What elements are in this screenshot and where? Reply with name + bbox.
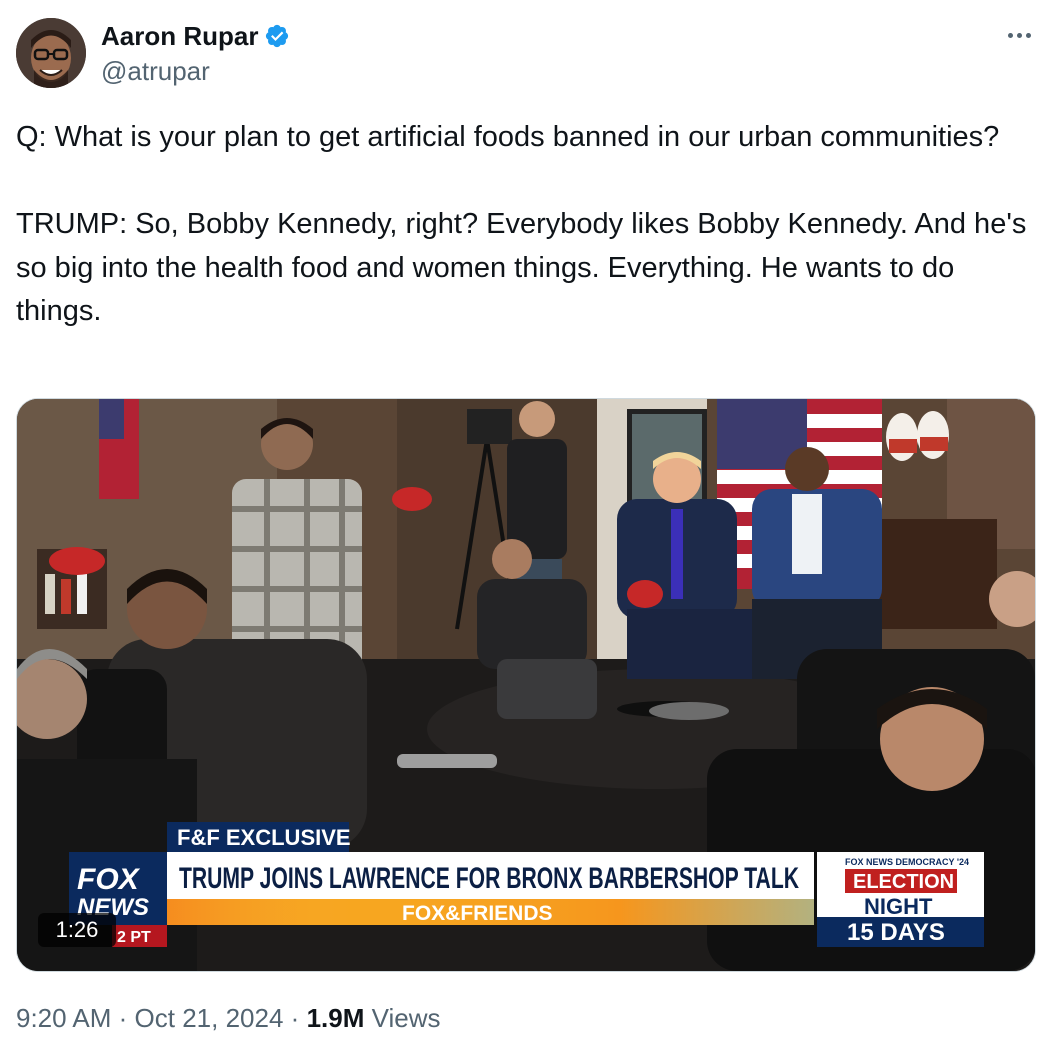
election-box-line1: ELECTION [853,871,954,893]
election-box-line3: 15 DAYS [847,919,945,946]
chyron-show: FOX&FRIENDS [402,902,553,925]
chyron-tag: F&F EXCLUSIVE [177,825,351,850]
tweet-paragraph: TRUMP: So, Bobby Kennedy, right? Everybo… [16,208,1027,327]
election-box-line2: NIGHT [864,894,933,919]
video-frame: F&F EXCLUSIVE TRUMP JOINS LAWRENCE FOR B… [17,399,1035,971]
separator: · [118,1003,128,1033]
verified-badge-icon [264,23,290,49]
author-avatar[interactable] [16,18,86,88]
views-count: 1.9M [306,1003,365,1033]
tweet-text: Q: What is your plan to get artificial f… [16,116,1041,334]
video-duration-badge: 1:26 [38,913,116,947]
tweet-time[interactable]: 9:20 AM [16,1003,111,1033]
more-options-icon[interactable] [1002,22,1036,48]
views-label: Views [371,1003,441,1033]
network-logo-line1: FOX [77,863,141,896]
chyron-headline: TRUMP JOINS LAWRENCE FOR BRONX BARBERSHO… [179,862,799,895]
avatar-image [16,18,86,88]
election-box-top: FOX NEWS DEMOCRACY '24 [845,857,969,867]
video-player[interactable]: F&F EXCLUSIVE TRUMP JOINS LAWRENCE FOR B… [16,398,1036,972]
separator: · [290,1003,300,1033]
author-handle[interactable]: @atrupar [101,55,290,87]
tweet-meta: 9:20 AM · Oct 21, 2024 · 1.9M Views [16,1000,441,1036]
tweet-paragraph: Q: What is your plan to get artificial f… [16,121,1000,153]
author-name[interactable]: Aaron Rupar [101,20,258,52]
chyron-time: 2 PT [117,929,151,946]
tweet-date[interactable]: Oct 21, 2024 [135,1003,284,1033]
author-block: Aaron Rupar @atrupar [101,20,290,87]
